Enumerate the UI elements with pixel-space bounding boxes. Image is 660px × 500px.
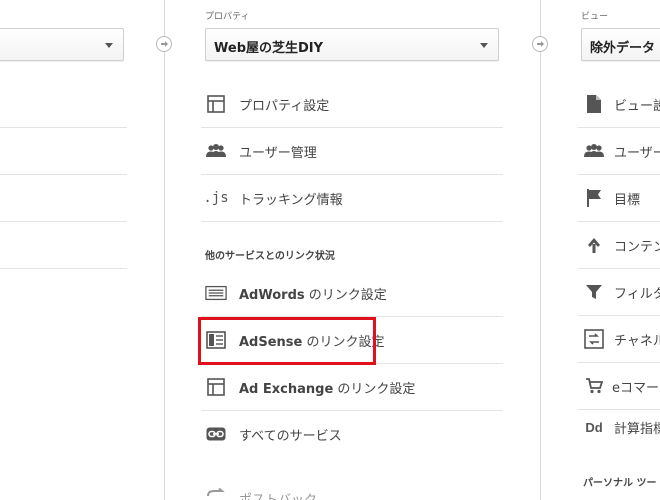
content-grouping-icon: [583, 234, 605, 256]
postback-link[interactable]: ポストバック: [205, 475, 317, 500]
filters-label: フィルタ: [614, 286, 660, 302]
column-divider-left: [164, 0, 165, 500]
property-settings-link[interactable]: プロパティ設定: [205, 81, 329, 127]
view-select[interactable]: 除外データ: [581, 28, 660, 61]
postback-label: ポストバック: [239, 492, 318, 500]
dd-icon: Dd: [585, 419, 603, 435]
goals-link[interactable]: 目標: [583, 175, 640, 221]
ad-exchange-linking-label: Ad Exchange のリンク設定: [239, 378, 415, 397]
property-settings-label: プロパティ設定: [239, 98, 330, 114]
users-icon: [205, 140, 227, 162]
divider: [0, 127, 127, 128]
personal-tools-heading: パーソナル ツー: [583, 478, 657, 489]
channel-settings-label: チャネル: [614, 333, 660, 349]
adwords-suffix: のリンク設定: [308, 287, 387, 303]
filter-icon: [583, 281, 605, 303]
calculated-metrics-link[interactable]: Dd 計算指標: [583, 404, 660, 450]
content-grouping-label: コンテン: [614, 239, 660, 255]
column-divider-right: [540, 0, 541, 500]
content-grouping-link[interactable]: コンテン: [583, 222, 660, 268]
goals-label: 目標: [614, 192, 641, 208]
ecommerce-settings-label: eコマース: [612, 380, 660, 396]
divider: [0, 268, 127, 269]
property-column-label: プロパティ: [205, 12, 250, 22]
view-settings-link[interactable]: ビュー設: [583, 81, 660, 127]
ad-exchange-icon: [205, 376, 227, 398]
link-icon: [205, 423, 227, 445]
user-management-label: ユーザー管理: [239, 145, 317, 161]
property-select[interactable]: Web屋の芝生DIY: [205, 28, 499, 61]
view-user-management-label: ユーザー: [614, 145, 660, 161]
user-management-link[interactable]: ユーザー管理: [205, 128, 317, 174]
arrow-right-icon: [156, 36, 172, 52]
divider: [0, 174, 127, 175]
view-select-value: 除外データ: [590, 41, 656, 56]
ad-exchange-suffix: のリンク設定: [337, 381, 416, 397]
linked-services-heading: 他のサービスとのリンク状況: [205, 251, 335, 262]
tracking-info-link[interactable]: .js トラッキング情報: [203, 175, 343, 221]
channel-settings-link[interactable]: チャネル: [583, 316, 660, 362]
tracking-info-label: トラッキング情報: [239, 192, 343, 208]
account-select[interactable]: [0, 28, 124, 61]
postback-icon: [205, 487, 227, 500]
divider: [201, 221, 503, 222]
layout-icon: [205, 93, 227, 115]
all-products-label: すべてのサービス: [239, 428, 342, 444]
js-icon: .js: [203, 190, 229, 206]
adwords-icon: [205, 282, 227, 304]
flag-icon: [583, 187, 605, 209]
adwords-linking-label: AdWords のリンク設定: [239, 284, 387, 303]
view-user-management-link[interactable]: ユーザー: [583, 128, 660, 174]
users-icon: [583, 140, 605, 162]
adwords-brand: AdWords: [239, 287, 305, 303]
view-settings-label: ビュー設: [614, 98, 660, 114]
chevron-down-icon: [105, 43, 113, 48]
ecommerce-settings-link[interactable]: eコマース: [583, 363, 660, 409]
filters-link[interactable]: フィルタ: [583, 269, 660, 315]
document-icon: [583, 93, 605, 115]
cart-icon: [583, 375, 605, 397]
adwords-linking-link[interactable]: AdWords のリンク設定: [205, 270, 387, 316]
arrow-right-icon: [532, 36, 548, 52]
divider: [0, 221, 127, 222]
ad-exchange-linking-link[interactable]: Ad Exchange のリンク設定: [205, 364, 415, 410]
channel-icon: [583, 328, 605, 350]
all-products-link[interactable]: すべてのサービス: [205, 411, 342, 457]
highlight-box: [198, 317, 376, 365]
ad-exchange-brand: Ad Exchange: [239, 381, 334, 397]
chevron-down-icon: [480, 43, 488, 48]
view-column-label: ビュー: [581, 12, 609, 22]
property-select-value: Web屋の芝生DIY: [214, 41, 324, 56]
calculated-metrics-label: 計算指標: [614, 421, 660, 437]
